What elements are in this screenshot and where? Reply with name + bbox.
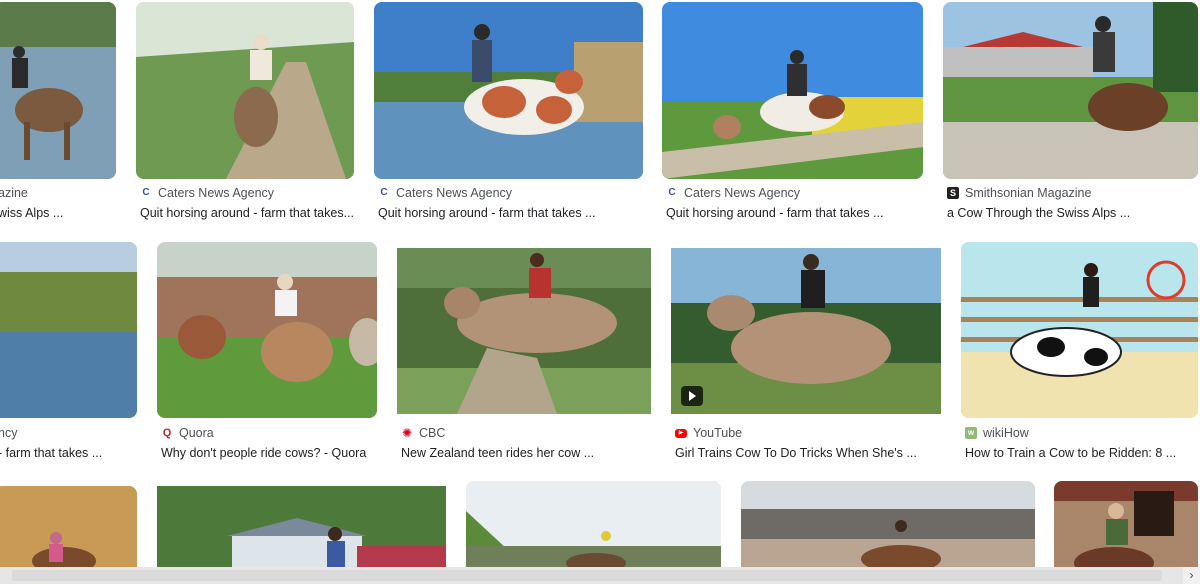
result-source-label: CBC <box>419 426 446 440</box>
field-cow-image <box>662 2 923 179</box>
result-source-label: azine <box>0 186 28 200</box>
result-title[interactable]: wiss Alps ... <box>0 206 116 220</box>
quora-icon: Q <box>162 426 172 439</box>
result-thumbnail[interactable] <box>374 2 643 179</box>
result-source-label: ncy <box>0 426 18 440</box>
result-thumbnail[interactable] <box>943 2 1198 179</box>
result-title[interactable]: Girl Trains Cow To Do Tricks When She's … <box>675 446 941 460</box>
result-source-label: Quora <box>179 426 214 440</box>
result-source[interactable]: Q Quora <box>161 426 214 440</box>
result-thumbnail[interactable] <box>0 242 137 418</box>
result-thumbnail[interactable] <box>0 486 137 576</box>
girl-cow-image <box>671 248 941 414</box>
rodeo-image <box>466 481 721 576</box>
result-thumbnail[interactable] <box>1054 481 1198 576</box>
result-thumbnail[interactable] <box>466 481 721 576</box>
result-source-label: Caters News Agency <box>396 186 513 200</box>
farm-cow-image <box>943 2 1198 179</box>
result-thumbnail[interactable] <box>157 486 446 576</box>
caters-icon: C <box>380 187 388 198</box>
smithsonian-icon: S <box>947 187 959 199</box>
result-thumbnail[interactable] <box>397 248 651 414</box>
result-source[interactable]: ncy <box>0 426 17 440</box>
result-thumbnail[interactable] <box>157 242 377 418</box>
result-source[interactable]: azine <box>0 186 28 200</box>
result-source[interactable]: C Caters News Agency <box>140 186 274 200</box>
result-title[interactable]: - farm that takes ... <box>0 446 137 460</box>
result-thumbnail[interactable] <box>662 2 923 179</box>
result-source-label: wikiHow <box>983 426 1029 440</box>
result-thumbnail[interactable] <box>671 248 941 414</box>
result-source-label: Smithsonian Magazine <box>965 186 1092 200</box>
wikihow-illustration-image <box>961 242 1198 418</box>
result-source[interactable]: w wikiHow <box>965 426 1029 440</box>
arena-rider-image <box>0 486 137 576</box>
scrollbar-thumb[interactable] <box>12 570 1162 581</box>
scroll-right-arrow-icon[interactable]: › <box>1183 567 1200 584</box>
result-title[interactable]: How to Train a Cow to be Ridden: 8 ... <box>965 446 1198 460</box>
caters-icon: C <box>142 187 150 198</box>
result-thumbnail[interactable] <box>741 481 1035 576</box>
barn-image <box>157 486 446 576</box>
caters-icon: C <box>668 187 676 198</box>
lake-image <box>0 242 137 418</box>
river-cow-image <box>0 2 116 179</box>
result-thumbnail[interactable] <box>136 2 354 179</box>
result-source[interactable]: C Caters News Agency <box>666 186 800 200</box>
result-source-label: YouTube <box>693 426 743 440</box>
cbc-icon: ✺ <box>401 426 413 440</box>
jumping-cow-image <box>397 248 651 414</box>
race-cows-image <box>157 242 377 418</box>
path-cow-image <box>136 2 354 179</box>
result-title[interactable]: a Cow Through the Swiss Alps ... <box>947 206 1198 220</box>
result-thumbnail[interactable] <box>0 2 116 179</box>
result-title[interactable]: Quit horsing around - farm that takes... <box>140 206 354 220</box>
result-source[interactable]: ✺ CBC <box>401 426 445 440</box>
result-source[interactable]: ▶ YouTube <box>675 426 742 440</box>
result-title[interactable]: New Zealand teen rides her cow ... <box>401 446 651 460</box>
result-title[interactable]: Quit horsing around - farm that takes ..… <box>666 206 923 220</box>
youtube-icon: ▶ <box>675 428 687 438</box>
result-title[interactable]: Quit horsing around - farm that takes ..… <box>378 206 643 220</box>
lake-cow-image <box>374 2 643 179</box>
result-title[interactable]: Why don't people ride cows? - Quora <box>161 446 377 460</box>
play-icon <box>681 386 703 406</box>
result-source-label: Caters News Agency <box>158 186 275 200</box>
result-thumbnail[interactable] <box>961 242 1198 418</box>
wikihow-icon: w <box>965 427 977 439</box>
stable-cow-image <box>1054 481 1198 576</box>
horizontal-scrollbar[interactable]: › <box>0 567 1200 584</box>
result-source[interactable]: S Smithsonian Magazine <box>947 186 1091 200</box>
winter-field-image <box>741 481 1035 576</box>
result-source[interactable]: C Caters News Agency <box>378 186 512 200</box>
result-source-label: Caters News Agency <box>684 186 801 200</box>
